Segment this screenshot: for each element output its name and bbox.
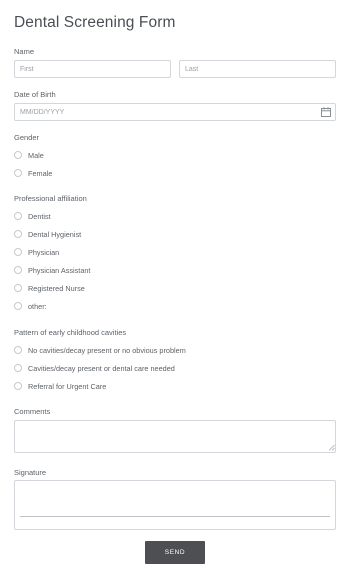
affiliation-option-physician-assistant[interactable]: Physician Assistant (14, 264, 90, 276)
radio-label: No cavities/decay present or no obvious … (28, 345, 186, 355)
radio-label: Registered Nurse (28, 283, 85, 293)
radio-button[interactable] (14, 364, 22, 372)
radio-button[interactable] (14, 151, 22, 159)
gender-option-male[interactable]: Male (14, 149, 44, 161)
radio-button[interactable] (14, 169, 22, 177)
affiliation-option-dental-hygienist[interactable]: Dental Hygienist (14, 228, 81, 240)
cavities-option-urgent[interactable]: Referral for Urgent Care (14, 380, 106, 392)
affiliation-option-physician[interactable]: Physician (14, 246, 59, 258)
comments-textarea[interactable] (14, 420, 336, 453)
radio-label: Cavities/decay present or dental care ne… (28, 363, 175, 373)
radio-label: Female (28, 168, 53, 178)
affiliation-option-registered-nurse[interactable]: Registered Nurse (14, 282, 85, 294)
dob-input[interactable] (14, 103, 336, 121)
gender-label: Gender (14, 133, 40, 142)
name-label: Name (14, 47, 35, 56)
signature-pad[interactable] (14, 480, 336, 530)
radio-button[interactable] (14, 212, 22, 220)
first-name-input[interactable] (14, 60, 171, 78)
cavities-option-none[interactable]: No cavities/decay present or no obvious … (14, 344, 186, 356)
radio-label: Male (28, 150, 44, 160)
radio-button[interactable] (14, 284, 22, 292)
radio-button[interactable] (14, 230, 22, 238)
radio-label: Physician (28, 247, 60, 257)
dental-screening-form: Dental Screening Form Name Date of Birth… (0, 0, 350, 578)
radio-button[interactable] (14, 346, 22, 354)
cavities-label: Pattern of early childhood cavities (14, 328, 127, 337)
radio-button[interactable] (14, 248, 22, 256)
radio-label: Referral for Urgent Care (28, 381, 107, 391)
calendar-icon[interactable] (321, 107, 331, 117)
form-title: Dental Screening Form (14, 14, 176, 31)
signature-line (20, 516, 330, 517)
radio-label: Dentist (28, 211, 51, 221)
dob-label: Date of Birth (14, 90, 56, 99)
signature-label: Signature (14, 468, 47, 477)
radio-label: Dental Hygienist (28, 229, 82, 239)
gender-option-female[interactable]: Female (14, 167, 52, 179)
last-name-input[interactable] (179, 60, 336, 78)
affiliation-option-dentist[interactable]: Dentist (14, 210, 51, 222)
send-button[interactable]: SEND (145, 541, 205, 564)
radio-button[interactable] (14, 382, 22, 390)
radio-button[interactable] (14, 302, 22, 310)
cavities-option-present[interactable]: Cavities/decay present or dental care ne… (14, 362, 175, 374)
radio-button[interactable] (14, 266, 22, 274)
resize-grip-icon[interactable] (328, 444, 335, 451)
radio-label: other: (28, 301, 47, 311)
affiliation-label: Professional affiliation (14, 194, 87, 203)
comments-label: Comments (14, 407, 51, 416)
affiliation-option-other[interactable]: other: (14, 300, 47, 312)
radio-label: Physician Assistant (28, 265, 91, 275)
